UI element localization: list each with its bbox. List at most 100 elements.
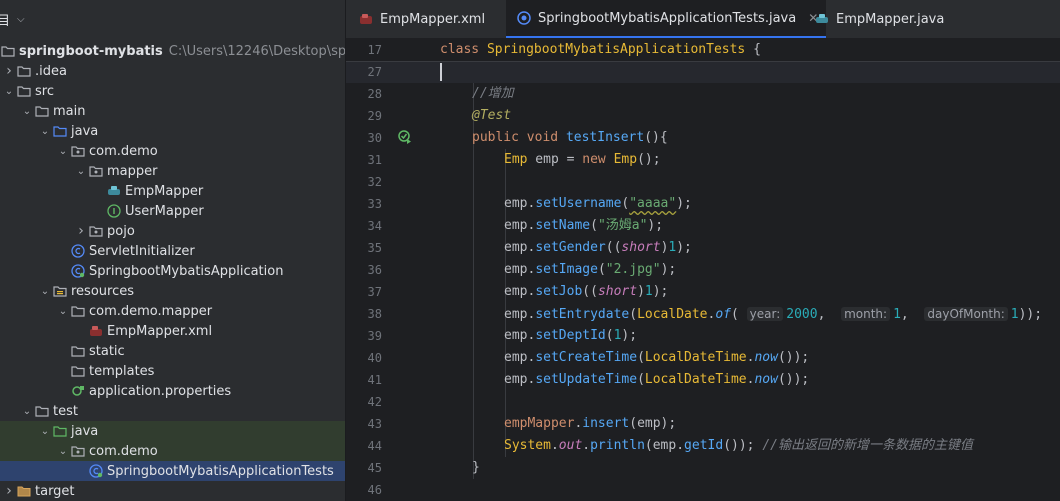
tree-item-usermapper[interactable]: UserMapper <box>0 201 345 221</box>
code-token: System <box>504 438 551 453</box>
spring-class-icon <box>70 263 86 279</box>
tree-item-templates[interactable]: templates <box>0 361 345 381</box>
tree-item-com-demo[interactable]: ⌄ com.demo <box>0 441 345 461</box>
chevron-down-icon[interactable]: ⌵ <box>17 14 25 25</box>
code-line-37: emp.setJob((short)1); <box>504 284 669 299</box>
tree-item-empmapper[interactable]: EmpMapper <box>0 181 345 201</box>
tab-empmapper-java[interactable]: EmpMapper.java <box>814 0 944 38</box>
chevron-right-icon[interactable]: › <box>74 221 88 241</box>
tree-root-springboot-mybatis[interactable]: ⌄springboot-mybatisC:\Users\12246\Deskto… <box>0 41 345 61</box>
chevron-right-icon[interactable]: › <box>2 481 16 501</box>
test-folder-icon <box>52 423 68 439</box>
tree-item-target[interactable]: › target <box>0 481 345 501</box>
code-token: new <box>582 152 606 167</box>
code-token: (); <box>637 152 661 167</box>
tree-item-resources[interactable]: ⌄ resources <box>0 281 345 301</box>
tree-item--idea[interactable]: › .idea <box>0 61 345 81</box>
tree-item-mapper[interactable]: ⌄ mapper <box>0 161 345 181</box>
code-line-44: System.out.println(emp.getId()); //输出返回的… <box>504 438 973 453</box>
mybatis-mapper-icon <box>106 183 122 199</box>
resources-folder-icon <box>52 283 68 299</box>
tree-item-pojo[interactable]: › pojo <box>0 221 345 241</box>
tree-item-empmapper-xml[interactable]: EmpMapper.xml <box>0 321 345 341</box>
tree-item-src[interactable]: ⌄ src <box>0 81 345 101</box>
code-token: setEntrydate <box>535 307 630 322</box>
tree-item-com-demo-mapper[interactable]: ⌄ com.demo.mapper <box>0 301 345 321</box>
chevron-down-icon[interactable]: ⌄ <box>20 401 34 421</box>
tree-item-label: com.demo <box>89 443 158 459</box>
tab-empmapper-xml[interactable]: EmpMapper.xml <box>358 0 485 38</box>
code-token: class <box>440 42 480 57</box>
tree-item-application-properties[interactable]: application.properties <box>0 381 345 401</box>
properties-icon <box>70 383 86 399</box>
tree-item-label: SpringbootMybatisApplication <box>89 263 284 279</box>
line-number: 34 <box>367 219 382 233</box>
line-number: 42 <box>367 395 382 409</box>
tree-item-servletinitializer[interactable]: ServletInitializer <box>0 241 345 261</box>
code-token: setJob <box>535 284 583 299</box>
tree-item-springbootmybatisapplicationtests[interactable]: SpringbootMybatisApplicationTests <box>0 461 345 481</box>
param-hint: dayOfMonth: <box>924 307 1008 321</box>
code-token: println <box>590 438 645 453</box>
tree-item-main[interactable]: ⌄ main <box>0 101 345 121</box>
tree-item-springbootmybatisapplication[interactable]: SpringbootMybatisApplication <box>0 261 345 281</box>
excluded-folder-icon <box>16 483 32 499</box>
chevron-down-icon[interactable]: ⌄ <box>20 101 34 121</box>
code-line-31: Emp emp = new Emp(); <box>504 149 661 171</box>
tab-label: EmpMapper.java <box>836 11 945 27</box>
chevron-down-icon[interactable]: ⌄ <box>2 81 16 101</box>
code-token: emp. <box>504 196 536 211</box>
chevron-down-icon[interactable]: ⌄ <box>38 121 52 141</box>
code-token: emp. <box>504 284 536 299</box>
tree-item-static[interactable]: static <box>0 341 345 361</box>
chevron-down-icon[interactable]: ⌄ <box>38 281 52 301</box>
code-token: public <box>472 130 519 145</box>
tree-item-label: java <box>71 423 99 439</box>
chevron-down-icon[interactable]: ⌄ <box>74 161 88 181</box>
tab-label: EmpMapper.xml <box>380 11 486 27</box>
code-token: 1 <box>644 284 653 299</box>
tree-item-label: java <box>71 123 99 139</box>
code-token: setUsername <box>535 196 622 211</box>
code-token: testInsert <box>565 130 645 145</box>
code-token: setUpdateTime <box>535 372 638 387</box>
code-token: Emp <box>605 152 638 167</box>
code-token: setGender <box>535 240 606 255</box>
tree-item-label: .idea <box>35 63 67 79</box>
code-token: emp. <box>504 372 536 387</box>
tree-item-test[interactable]: ⌄ test <box>0 401 345 421</box>
folder-icon <box>70 363 86 379</box>
run-test-icon[interactable] <box>398 130 412 144</box>
chevron-down-icon[interactable]: ⌄ <box>56 301 70 321</box>
chevron-down-icon[interactable]: ⌄ <box>56 441 70 461</box>
chevron-down-icon[interactable]: ⌄ <box>56 141 70 161</box>
package-icon <box>70 143 86 159</box>
mybatis-xml-icon <box>358 11 374 27</box>
code-line-29: @Test <box>472 105 511 127</box>
code-token: out <box>558 438 583 453</box>
code-token: getId <box>684 438 724 453</box>
current-line-highlight <box>346 61 1060 83</box>
project-sidebar: 目 ⌵ ⌄springboot-mybatisC:\Users\12246\De… <box>0 0 345 501</box>
project-header[interactable]: 目 ⌵ <box>0 0 345 38</box>
tree-item-java[interactable]: ⌄ java <box>0 121 345 141</box>
chevron-right-icon[interactable]: › <box>2 61 16 81</box>
folder-icon <box>16 63 32 79</box>
line-gutter: 17 27 28 29 30 31 32 33 34 35 36 37 38 39 40 41 42 43 44 45… <box>346 39 436 501</box>
package-icon <box>88 163 104 179</box>
tab-springboot-tests[interactable]: SpringbootMybatisApplicationTests.java ✕ <box>506 0 827 38</box>
line-number: 33 <box>367 197 382 211</box>
line-number: 45 <box>367 461 382 475</box>
tree-item-com-demo[interactable]: ⌄ com.demo <box>0 141 345 161</box>
chevron-down-icon[interactable]: ⌄ <box>38 421 52 441</box>
tree-item-java[interactable]: ⌄ java <box>0 421 345 441</box>
line-number: 43 <box>367 417 382 431</box>
code-editor[interactable]: 17 27 28 29 30 31 32 33 34 35 36 37 38 39 40 41 42 43 44 45… <box>346 39 1060 501</box>
sticky-class-line: class SpringbootMybatisApplicationTests … <box>440 39 761 61</box>
